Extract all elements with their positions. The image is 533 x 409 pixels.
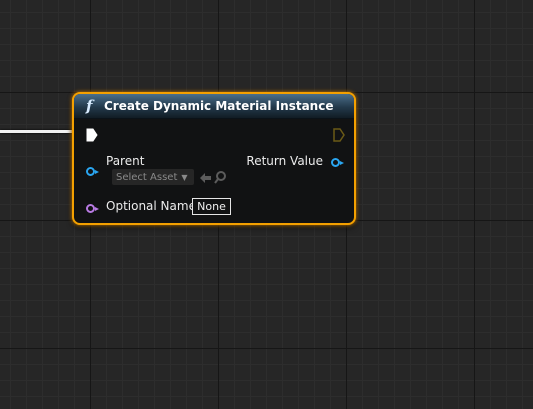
return-value-pin[interactable] (331, 158, 344, 167)
node-title: Create Dynamic Material Instance (104, 99, 334, 113)
return-value-label: Return Value (246, 154, 323, 168)
function-icon: f (86, 97, 93, 115)
chevron-down-icon: ▼ (181, 172, 188, 182)
optional-name-label: Optional Name (106, 199, 196, 213)
use-selected-asset-arrow-icon[interactable] (200, 173, 212, 183)
exec-input-pin[interactable] (86, 128, 98, 142)
select-asset-dropdown[interactable]: Select Asset ▼ (112, 169, 194, 185)
browse-magnifier-icon[interactable] (214, 171, 226, 184)
parent-input-pin[interactable] (86, 167, 99, 176)
exec-wire[interactable] (0, 130, 76, 133)
node-header[interactable]: f Create Dynamic Material Instance (74, 94, 354, 119)
optional-name-field[interactable]: None (192, 198, 231, 215)
optional-name-input-pin[interactable] (86, 204, 99, 213)
exec-output-pin[interactable] (333, 128, 345, 142)
parent-label: Parent (106, 154, 145, 168)
create-dynamic-material-instance-node[interactable]: f Create Dynamic Material Instance Paren… (72, 92, 356, 225)
select-asset-label: Select Asset (116, 171, 178, 183)
